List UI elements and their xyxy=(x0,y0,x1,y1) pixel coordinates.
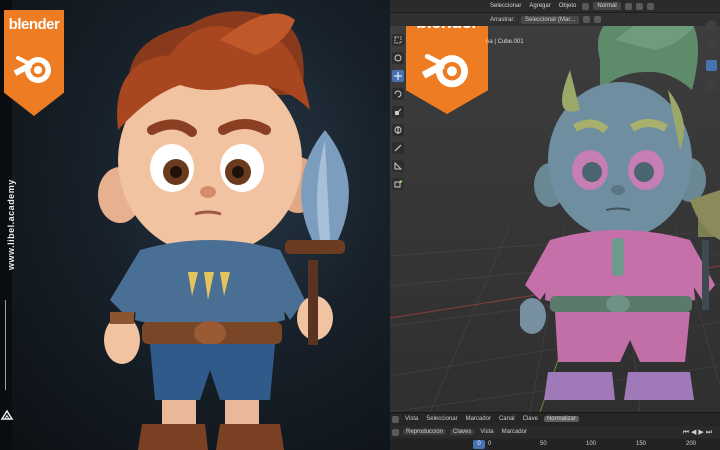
frame-tick: 100 xyxy=(586,441,597,447)
navigation-gizmo-column xyxy=(706,20,718,100)
viewport-header: Seleccionar Agregar Objeto Normal xyxy=(390,0,720,13)
tl-menu-clave[interactable]: Clave xyxy=(519,416,542,422)
orientation-icon[interactable] xyxy=(582,2,590,10)
snap-icon[interactable] xyxy=(635,2,643,10)
move-icon[interactable] xyxy=(392,70,404,82)
orientation-select[interactable]: Normal xyxy=(593,2,621,10)
blender-logo-icon xyxy=(13,56,51,84)
blender-logo-overlay-icon xyxy=(421,54,468,88)
rotate-icon[interactable] xyxy=(392,88,404,100)
tl-marker-menu[interactable]: Marcador xyxy=(498,429,531,435)
shading-icon[interactable] xyxy=(594,16,602,23)
tl-menu-seleccionar[interactable]: Seleccionar xyxy=(422,416,461,422)
timeline-editor-icon[interactable] xyxy=(392,428,399,436)
camera-view-icon[interactable] xyxy=(706,60,717,71)
frame-tick: 0 xyxy=(488,441,492,447)
tool-column xyxy=(392,34,406,196)
measure-icon[interactable] xyxy=(392,160,404,172)
academy-logo-icon xyxy=(0,409,14,420)
menu-seleccionar[interactable]: Seleccionar xyxy=(486,3,525,9)
menu-agregar[interactable]: Agregar xyxy=(525,3,554,9)
website-text: www.libel.academy xyxy=(6,179,16,270)
tl-menu-marcador[interactable]: Marcador xyxy=(462,416,495,422)
transform-icon[interactable] xyxy=(392,124,404,136)
frame-tick: 50 xyxy=(540,441,547,447)
pan-icon[interactable] xyxy=(706,40,717,51)
playback-menu[interactable]: Reproducción xyxy=(403,429,447,435)
frame-tick: 200 xyxy=(686,441,697,447)
frame-tick: 150 xyxy=(636,441,647,447)
blender-badge: blender xyxy=(4,10,64,116)
annotate-icon[interactable] xyxy=(392,142,404,154)
proportional-edit-icon[interactable] xyxy=(646,2,654,10)
blender-3d-viewport[interactable]: blender Seleccionar Agregar Objeto Norma… xyxy=(390,0,720,450)
drag-select[interactable]: Seleccionar (Mar... xyxy=(521,15,580,24)
timeline-menu-bar: Vista Seleccionar Marcador Canal Clave N… xyxy=(390,413,720,425)
keying-menu[interactable]: Claves xyxy=(450,429,475,435)
collection-label: na | Cube.001 xyxy=(486,39,524,45)
scale-icon[interactable] xyxy=(392,106,404,118)
render-preview-panel: www.libel.academy blender xyxy=(0,0,390,450)
cursor-icon[interactable] xyxy=(392,52,404,64)
drag-label: Arrastrar: xyxy=(490,16,516,23)
rail-divider xyxy=(5,300,6,390)
playback-bar: Reproducción Claves Vista Marcador ⏮ ◀ ▶… xyxy=(390,426,720,438)
tl-menu-canal[interactable]: Canal xyxy=(495,416,519,422)
badge-label: blender xyxy=(8,16,60,33)
editor-type-icon[interactable] xyxy=(392,415,399,423)
tl-view-menu[interactable]: Vista xyxy=(476,429,497,435)
character-render xyxy=(98,11,349,450)
select-box-icon[interactable] xyxy=(392,34,404,46)
screen: www.libel.academy blender Seleccionar Ag… xyxy=(0,0,720,450)
zoom-icon[interactable] xyxy=(706,20,717,31)
timeline-editor: Vista Seleccionar Marcador Canal Clave N… xyxy=(390,412,720,450)
menu-objeto[interactable]: Objeto xyxy=(555,3,581,9)
perspective-toggle-icon[interactable] xyxy=(706,80,717,91)
viewport-character-mesh xyxy=(520,6,720,400)
overlay-icon[interactable] xyxy=(583,16,591,23)
playback-controls[interactable]: ⏮ ◀ ▶ ⏭ xyxy=(683,428,712,437)
tool-settings-bar: Arrastrar: Seleccionar (Mar... xyxy=(390,13,720,26)
add-cube-icon[interactable] xyxy=(392,178,404,190)
current-frame-indicator[interactable]: 0 xyxy=(473,440,485,449)
normalize-toggle[interactable]: Normalizar xyxy=(543,416,579,422)
tl-menu-vista[interactable]: Vista xyxy=(401,416,422,422)
frame-ruler[interactable]: 0 0 50 100 150 200 xyxy=(390,439,720,450)
pivot-icon[interactable] xyxy=(624,2,632,10)
